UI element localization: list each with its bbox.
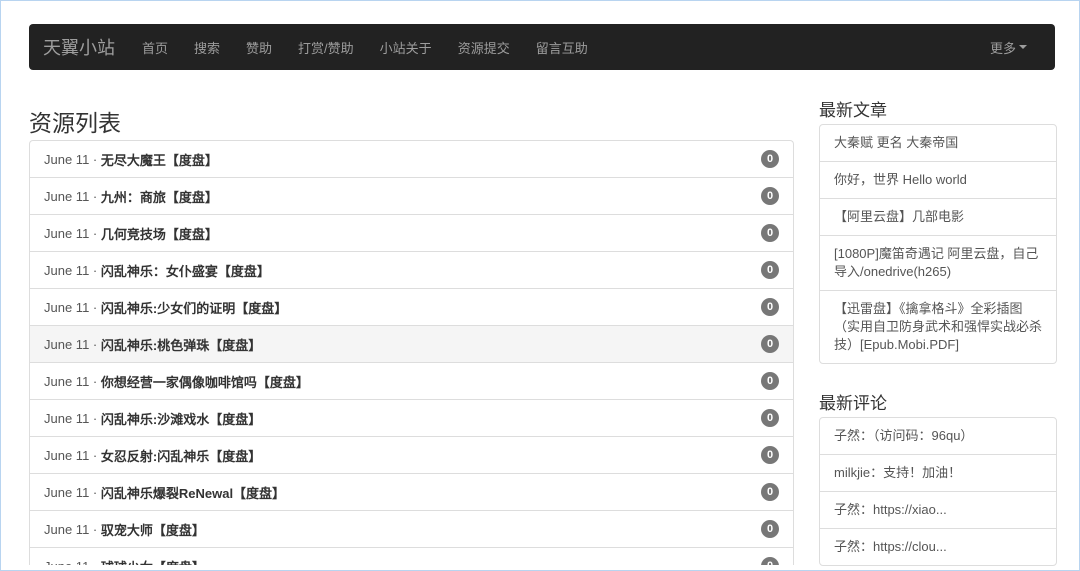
list-item[interactable]: June 11 · 无尽大魔王【度盘】 0 (30, 141, 793, 178)
more-dropdown-label: 更多 (989, 40, 1016, 56)
list-item-title[interactable]: 闪乱神乐爆裂ReNewal【度盘】 (101, 483, 285, 502)
comment-count-badge: 0 (761, 446, 779, 464)
list-item-title[interactable]: 闪乱神乐:少女们的证明【度盘】 (101, 298, 287, 317)
list-item-separator: · (89, 151, 101, 167)
list-item-separator: · (89, 188, 101, 204)
list-item-title[interactable]: 驭宠大师【度盘】 (101, 520, 205, 539)
latest-articles-list: 大秦赋 更名 大秦帝国 你好，世界 Hello world 【阿里云盘】几部电影 [1… (819, 124, 1057, 364)
more-dropdown[interactable]: 更多 (990, 38, 1027, 57)
list-item[interactable]: June 11 · 几何竞技场【度盘】 0 (30, 215, 793, 252)
list-item-date: June 11 (44, 188, 90, 204)
article-link[interactable]: [1080P]魔笛奇遇记 阿里云盘，自己导入/onedrive(h265) (820, 236, 1056, 291)
site-brand[interactable]: 天翼小站 (43, 34, 115, 60)
list-item-date: June 11 (44, 373, 90, 389)
list-item-date: June 11 (44, 447, 90, 463)
list-item[interactable]: June 11 · 你想经营一家偶像咖啡馆吗【度盘】 0 (30, 363, 793, 400)
list-item-separator: · (89, 262, 101, 278)
list-item-separator: · (89, 559, 101, 566)
comment-count-badge: 0 (761, 483, 779, 501)
list-item-date: June 11 (44, 262, 90, 278)
list-item[interactable]: June 11 · 闪乱神乐爆裂ReNewal【度盘】 0 (30, 474, 793, 511)
comment-count-badge: 0 (761, 372, 779, 390)
list-item-date: June 11 (44, 225, 90, 241)
comment-link[interactable]: milkjie：支持！加油！ (820, 455, 1056, 492)
comment-link[interactable]: 子然：（访问码：96qu） (820, 418, 1056, 455)
list-item-title[interactable]: 闪乱神乐:沙滩戏水【度盘】 (101, 409, 261, 428)
list-item-date: June 11 (44, 336, 90, 352)
list-item-title[interactable]: 闪乱神乐：女仆盛宴【度盘】 (101, 261, 270, 280)
list-item[interactable]: June 11 · 球球少女【度盘】 0 (30, 548, 793, 565)
list-item-title[interactable]: 球球少女【度盘】 (101, 557, 205, 566)
list-item[interactable]: June 11 · 驭宠大师【度盘】 0 (30, 511, 793, 548)
comment-count-badge: 0 (761, 409, 779, 427)
list-item-date: June 11 (44, 410, 90, 426)
list-item-title[interactable]: 无尽大魔王【度盘】 (101, 150, 218, 169)
list-item-separator: · (89, 225, 101, 241)
list-item-title[interactable]: 闪乱神乐:桃色弹珠【度盘】 (101, 335, 261, 354)
list-item-separator: · (89, 336, 101, 352)
list-item[interactable]: June 11 · 闪乱神乐:少女们的证明【度盘】 0 (30, 289, 793, 326)
comment-count-badge: 0 (761, 187, 779, 205)
list-item-separator: · (89, 373, 101, 389)
list-item[interactable]: June 11 · 闪乱神乐：女仆盛宴【度盘】 0 (30, 252, 793, 289)
list-item[interactable]: June 11 · 女忍反射:闪乱神乐【度盘】 0 (30, 437, 793, 474)
latest-comments-heading: 最新评论 (819, 394, 887, 413)
caret-down-icon (1019, 45, 1027, 49)
latest-articles-heading: 最新文章 (819, 101, 887, 120)
list-item-title[interactable]: 女忍反射:闪乱神乐【度盘】 (101, 446, 261, 465)
comment-count-badge: 0 (761, 557, 779, 565)
nav-item-submit[interactable]: 资源提交 (458, 38, 510, 57)
comment-count-badge: 0 (761, 520, 779, 538)
comment-link[interactable]: 子然：https://clou... (820, 529, 1056, 565)
nav-item-about[interactable]: 小站关于 (380, 38, 432, 57)
list-item-date: June 11 (44, 151, 90, 167)
list-item[interactable]: June 11 · 闪乱神乐:沙滩戏水【度盘】 0 (30, 400, 793, 437)
nav-item-search[interactable]: 搜索 (194, 38, 220, 57)
nav-item-sponsor[interactable]: 赞助 (246, 38, 272, 57)
article-link[interactable]: 你好，世界 Hello world (820, 162, 1056, 199)
list-item-separator: · (89, 410, 101, 426)
nav-item-guestbook[interactable]: 留言互助 (536, 38, 588, 57)
list-item-separator: · (89, 299, 101, 315)
list-item-title[interactable]: 你想经营一家偶像咖啡馆吗【度盘】 (101, 372, 309, 391)
comment-link[interactable]: 子然：https://xiao... (820, 492, 1056, 529)
article-link[interactable]: 【阿里云盘】几部电影 (820, 199, 1056, 236)
list-item-separator: · (89, 521, 101, 537)
list-item-title[interactable]: 几何竞技场【度盘】 (101, 224, 218, 243)
article-link[interactable]: 大秦赋 更名 大秦帝国 (820, 125, 1056, 162)
latest-comments-list: 子然：（访问码：96qu） milkjie：支持！加油！ 子然：https://xi… (819, 417, 1057, 566)
list-item[interactable]: June 11 · 闪乱神乐:桃色弹珠【度盘】 0 (30, 326, 793, 363)
nav-item-donate[interactable]: 打赏/赞助 (298, 38, 354, 57)
comment-count-badge: 0 (761, 298, 779, 316)
comment-count-badge: 0 (761, 150, 779, 168)
list-item-date: June 11 (44, 521, 90, 537)
list-item-date: June 11 (44, 559, 89, 566)
comment-count-badge: 0 (761, 335, 779, 353)
top-navbar: 天翼小站 首页 搜索 赞助 打赏/赞助 小站关于 资源提交 留言互助 更多 (29, 24, 1055, 70)
list-item-date: June 11 (44, 484, 90, 500)
list-item[interactable]: June 11 · 九州：商旅【度盘】 0 (30, 178, 793, 215)
list-item-separator: · (89, 484, 101, 500)
list-item-separator: · (89, 447, 101, 463)
resource-list: June 11 · 无尽大魔王【度盘】 0 June 11 · 九州：商旅【度盘】 0… (29, 140, 794, 565)
list-item-date: June 11 (44, 299, 90, 315)
article-link[interactable]: 【迅雷盘】《擒拿格斗》全彩插图（实用自卫防身武术和强悍实战必杀技）[Epub.M… (820, 291, 1056, 363)
list-item-title[interactable]: 九州：商旅【度盘】 (101, 187, 218, 206)
nav-item-home[interactable]: 首页 (142, 38, 168, 57)
comment-count-badge: 0 (761, 261, 779, 279)
resource-list-heading: 资源列表 (29, 110, 121, 136)
comment-count-badge: 0 (761, 224, 779, 242)
